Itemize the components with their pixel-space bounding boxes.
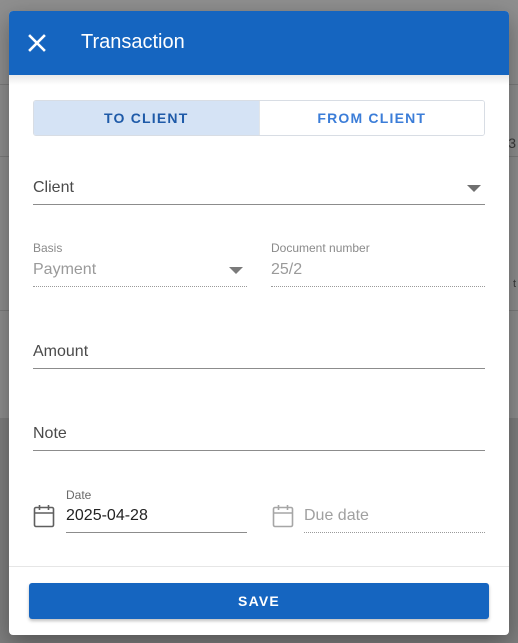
due-date-placeholder: Due date (304, 507, 369, 524)
date-field[interactable]: Date 2025-04-28 (66, 488, 247, 533)
date-value: 2025-04-28 (66, 507, 148, 524)
background-edge-text: 3 (508, 135, 516, 151)
basis-value: Payment (33, 261, 97, 278)
document-number-label: Document number (271, 241, 370, 255)
client-select[interactable]: Client (33, 171, 485, 205)
calendar-icon[interactable] (33, 504, 55, 528)
client-underline (33, 204, 485, 205)
amount-underline (33, 368, 485, 369)
save-button[interactable]: SAVE (29, 583, 489, 619)
note-placeholder: Note (33, 425, 67, 442)
client-placeholder: Client (33, 179, 74, 196)
due-date-underline (304, 532, 485, 533)
document-number-underline (271, 286, 485, 287)
direction-toggle: TO CLIENT FROM CLIENT (33, 100, 485, 136)
date-underline (66, 532, 247, 533)
note-underline (33, 450, 485, 451)
document-number-field[interactable]: Document number 25/2 (271, 241, 485, 287)
close-button[interactable] (23, 29, 51, 57)
amount-placeholder: Amount (33, 343, 89, 360)
footer-divider (9, 566, 509, 567)
chevron-down-icon (467, 185, 481, 192)
dialog-title: Transaction (81, 31, 185, 53)
close-icon (28, 34, 46, 52)
to-client-toggle[interactable]: TO CLIENT (34, 101, 259, 135)
dialog-header: Transaction (9, 11, 509, 75)
note-field[interactable]: Note (33, 417, 485, 451)
chevron-down-icon (229, 267, 243, 274)
basis-label: Basis (33, 241, 63, 255)
amount-field[interactable]: Amount (33, 335, 485, 369)
basis-select[interactable]: Basis Payment (33, 241, 247, 287)
header-shadow (9, 75, 509, 85)
basis-underline (33, 286, 247, 287)
due-date-field[interactable]: Due date (304, 488, 485, 533)
transaction-dialog: Transaction TO CLIENT FROM CLIENT Client… (9, 11, 509, 635)
calendar-icon[interactable] (272, 504, 294, 528)
background-edge-text: t (512, 278, 516, 290)
from-client-toggle[interactable]: FROM CLIENT (258, 101, 484, 135)
date-label: Date (66, 488, 92, 502)
document-number-value: 25/2 (271, 261, 303, 278)
